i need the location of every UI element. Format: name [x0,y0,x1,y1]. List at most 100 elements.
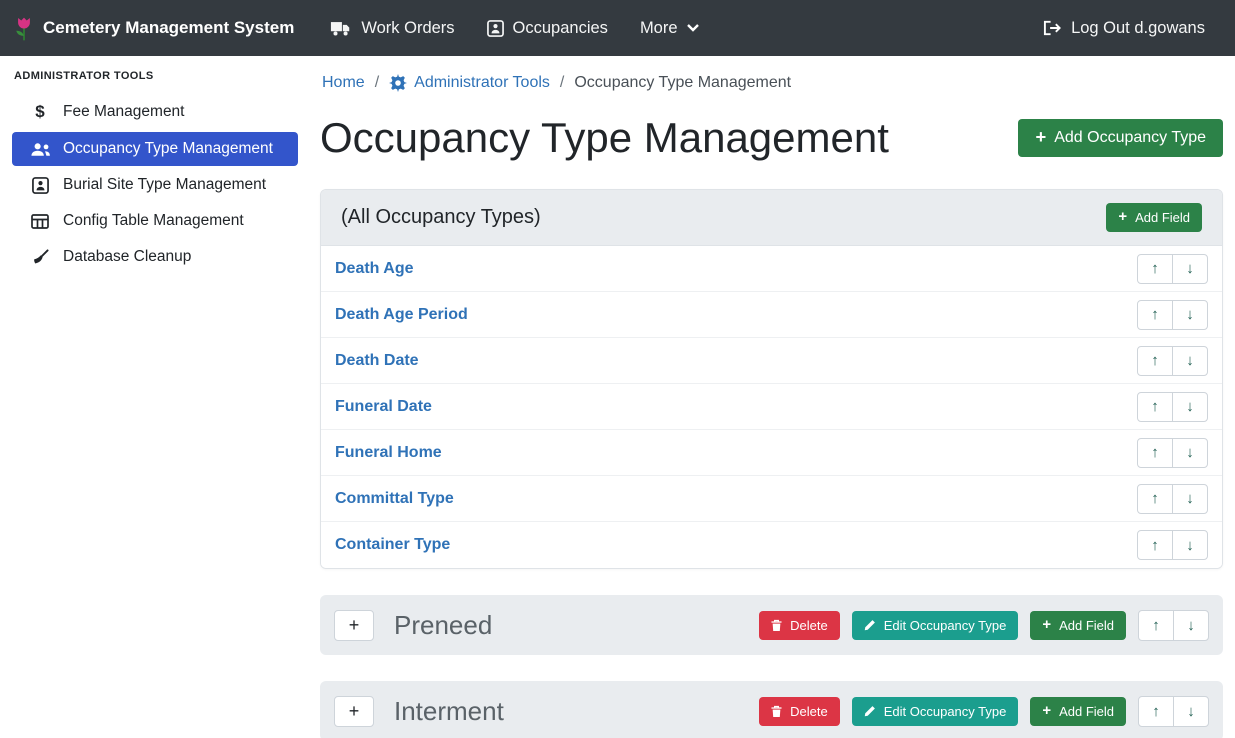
breadcrumb-administrator-tools[interactable]: Administrator Tools [414,72,550,94]
top-navbar: Cemetery Management System Work Orders O… [0,0,1235,56]
move-down-button[interactable]: ↓ [1173,696,1209,727]
field-row: Committal Type ↑ ↓ [321,476,1222,522]
breadcrumb-separator: / [560,72,564,94]
section-title: Interment [394,694,504,728]
delete-label: Delete [790,618,828,633]
occupancy-type-section-preneed: + Preneed Delete Edit Occupancy Type [320,595,1223,655]
plus-icon: + [1035,128,1046,146]
field-row: Death Age Period ↑ ↓ [321,292,1222,338]
field-link-funeral-home[interactable]: Funeral Home [335,444,442,462]
sidebar-item-label: Database Cleanup [63,248,191,266]
sidebar-item-label: Config Table Management [63,212,244,230]
trash-icon [771,705,782,718]
table-icon [29,214,51,229]
sidebar-item-database-cleanup[interactable]: Database Cleanup [12,240,298,274]
sidebar-item-fee-management[interactable]: $ Fee Management [12,94,298,130]
logout-label: Log Out d.gowans [1071,19,1205,38]
users-icon [29,142,51,157]
move-up-button[interactable]: ↑ [1137,254,1173,284]
breadcrumb-home[interactable]: Home [322,72,365,94]
sidebar-item-config-table-management[interactable]: Config Table Management [12,204,298,238]
nav-work-orders-label: Work Orders [361,19,454,38]
move-down-button[interactable]: ↓ [1172,530,1208,560]
field-link-funeral-date[interactable]: Funeral Date [335,398,432,416]
reorder-buttons: ↑ ↓ [1137,254,1208,284]
sidebar: ADMINISTRATOR TOOLS $ Fee Management Occ… [0,56,310,738]
broom-icon [29,249,51,266]
delete-label: Delete [790,704,828,719]
edit-occupancy-type-label: Edit Occupancy Type [884,704,1007,719]
move-up-button[interactable]: ↑ [1138,610,1174,641]
nav-work-orders[interactable]: Work Orders [314,19,470,38]
move-down-button[interactable]: ↓ [1172,254,1208,284]
plus-icon: + [1042,704,1051,719]
expand-button[interactable]: + [334,610,374,641]
nav-more-label: More [640,19,678,38]
main-content: Home / Administrator Tools / Occupancy T… [310,56,1235,738]
field-link-container-type[interactable]: Container Type [335,536,450,554]
reorder-buttons: ↑ ↓ [1137,300,1208,330]
sidebar-heading: ADMINISTRATOR TOOLS [0,56,310,94]
sidebar-item-label: Occupancy Type Management [63,140,273,158]
move-up-button[interactable]: ↑ [1137,438,1173,468]
plus-icon: + [1118,210,1127,225]
section-actions: Delete Edit Occupancy Type + Add Field ↑… [759,610,1209,641]
field-row: Funeral Date ↑ ↓ [321,384,1222,430]
field-link-death-age[interactable]: Death Age [335,260,414,278]
section-title: Preneed [394,608,492,642]
all-occupancy-types-card: (All Occupancy Types) + Add Field Death … [320,189,1223,569]
breadcrumb: Home / Administrator Tools / Occupancy T… [320,72,1223,94]
reorder-buttons: ↑ ↓ [1137,392,1208,422]
move-up-button[interactable]: ↑ [1137,392,1173,422]
gear-icon [389,74,407,92]
sidebar-item-burial-site-type-management[interactable]: Burial Site Type Management [12,168,298,202]
sidebar-item-occupancy-type-management[interactable]: Occupancy Type Management [12,132,298,166]
field-row: Death Date ↑ ↓ [321,338,1222,384]
add-occupancy-type-label: Add Occupancy Type [1054,128,1206,148]
move-up-button[interactable]: ↑ [1138,696,1174,727]
add-field-button[interactable]: + Add Field [1106,203,1202,232]
logout-button[interactable]: Log Out d.gowans [1027,19,1221,38]
move-down-button[interactable]: ↓ [1172,438,1208,468]
move-down-button[interactable]: ↓ [1172,484,1208,514]
move-up-button[interactable]: ↑ [1137,530,1173,560]
move-up-button[interactable]: ↑ [1137,346,1173,376]
nav-occupancies[interactable]: Occupancies [471,19,624,38]
sidebar-item-label: Fee Management [63,103,185,121]
add-field-button[interactable]: + Add Field [1030,697,1126,726]
edit-occupancy-type-button[interactable]: Edit Occupancy Type [852,611,1019,640]
delete-button[interactable]: Delete [759,611,840,640]
move-down-button[interactable]: ↓ [1172,392,1208,422]
truck-icon [330,20,352,37]
page-title: Occupancy Type Management [320,110,889,165]
field-link-death-age-period[interactable]: Death Age Period [335,306,468,324]
move-down-button[interactable]: ↓ [1172,346,1208,376]
field-link-committal-type[interactable]: Committal Type [335,490,454,508]
reorder-buttons: ↑ ↓ [1138,696,1209,727]
delete-button[interactable]: Delete [759,697,840,726]
app-brand[interactable]: Cemetery Management System [14,15,294,42]
move-down-button[interactable]: ↓ [1172,300,1208,330]
pencil-icon [864,705,876,717]
add-field-label: Add Field [1059,618,1114,633]
person-frame-icon [29,177,51,194]
reorder-buttons: ↑ ↓ [1137,346,1208,376]
card-title: (All Occupancy Types) [341,204,541,231]
occupancy-type-section-interment: + Interment Delete Edit Occupancy Type [320,681,1223,738]
field-row: Container Type ↑ ↓ [321,522,1222,568]
expand-button[interactable]: + [334,696,374,727]
sidebar-item-label: Burial Site Type Management [63,176,266,194]
nav-more[interactable]: More [624,19,715,38]
add-occupancy-type-button[interactable]: + Add Occupancy Type [1018,119,1223,157]
field-row: Death Age ↑ ↓ [321,246,1222,292]
add-field-label: Add Field [1135,210,1190,225]
field-link-death-date[interactable]: Death Date [335,352,419,370]
move-down-button[interactable]: ↓ [1173,610,1209,641]
move-up-button[interactable]: ↑ [1137,300,1173,330]
breadcrumb-current: Occupancy Type Management [574,72,791,94]
edit-occupancy-type-button[interactable]: Edit Occupancy Type [852,697,1019,726]
nav-occupancies-label: Occupancies [513,19,608,38]
add-field-button[interactable]: + Add Field [1030,611,1126,640]
breadcrumb-separator: / [375,72,379,94]
move-up-button[interactable]: ↑ [1137,484,1173,514]
